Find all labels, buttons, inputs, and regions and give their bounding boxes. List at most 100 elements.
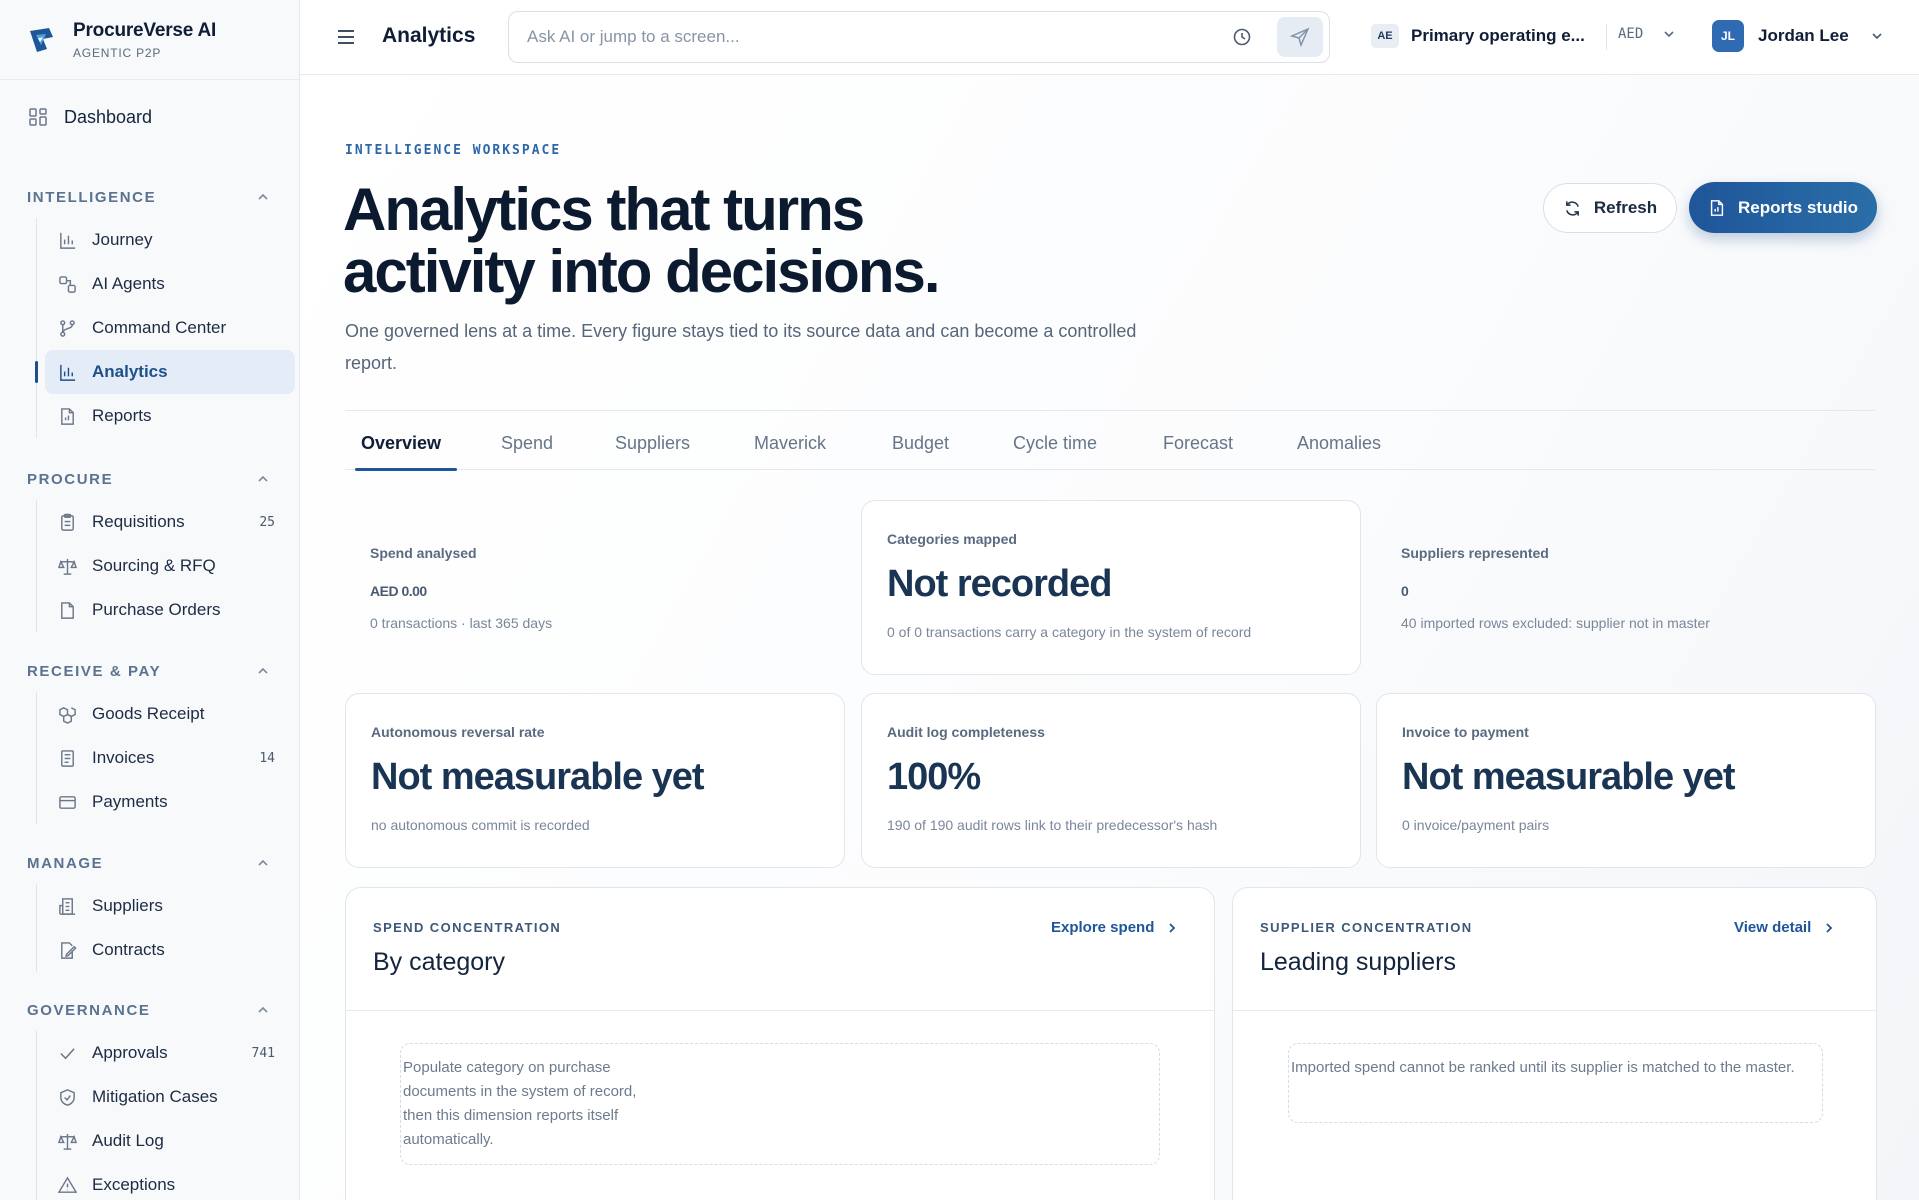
tab-maverick[interactable]: Maverick (754, 425, 826, 470)
chevron-down-icon (1872, 33, 1882, 40)
sidebar-item-ai-agents[interactable]: AI Agents (45, 262, 295, 306)
kpi-categories-mapped[interactable]: Categories mapped Not recorded 0 of 0 tr… (861, 500, 1361, 675)
page-title: Analytics (382, 24, 476, 47)
section-governance[interactable]: GOVERNANCE (27, 999, 269, 1021)
user-name: Jordan Lee (1758, 26, 1849, 45)
user-menu[interactable]: JL Jordan Lee (1712, 20, 1883, 52)
kpi-value: 100% (887, 756, 981, 798)
sidebar-item-label: Goods Receipt (92, 704, 205, 723)
count-badge: 741 (251, 1045, 275, 1061)
sidebar-item-label: Payments (92, 792, 168, 811)
kpi-autonomous-reversal-rate[interactable]: Autonomous reversal rate Not measurable … (345, 693, 845, 868)
kpi-suppliers-represented: Suppliers represented 0 40 imported rows… (1376, 545, 1876, 631)
kpi-label: Audit log completeness (887, 724, 1045, 740)
search-input[interactable] (527, 27, 1167, 47)
refresh-button[interactable]: Refresh (1543, 183, 1677, 233)
section-title: MANAGE (27, 854, 104, 872)
tab-cycle-time[interactable]: Cycle time (1013, 425, 1097, 470)
brand-name: ProcureVerse AI (73, 19, 217, 41)
kpi-value: Not measurable yet (371, 756, 705, 798)
sidebar-item-label: AI Agents (92, 274, 165, 293)
sidebar-item-payments[interactable]: Payments (45, 780, 295, 824)
entity-badge: AE (1371, 24, 1399, 48)
sidebar-item-label: Contracts (92, 940, 165, 959)
tab-spend[interactable]: Spend (501, 425, 553, 470)
card-icon (59, 795, 76, 809)
panel-eyebrow: SUPPLIER CONCENTRATION (1260, 920, 1473, 935)
sidebar-item-audit-log[interactable]: Audit Log (45, 1119, 295, 1163)
menu-icon[interactable] (336, 28, 356, 46)
sidebar-item-approvals[interactable]: Approvals 741 (45, 1031, 295, 1075)
sidebar-item-journey[interactable]: Journey (45, 218, 295, 262)
sidebar-item-mitigation-cases[interactable]: Mitigation Cases (45, 1075, 295, 1119)
sidebar-item-sourcing[interactable]: Sourcing & RFQ (45, 544, 295, 588)
avatar: JL (1712, 20, 1744, 52)
sidebar: ProcureVerse AI AGENTIC P2P Dashboard IN… (0, 0, 300, 1200)
explore-spend-link[interactable]: Explore spend (1051, 919, 1178, 936)
currency-selector[interactable]: AED (1618, 26, 1675, 42)
tab-forecast[interactable]: Forecast (1163, 425, 1233, 470)
section-title: INTELLIGENCE (27, 188, 157, 206)
chevron-up-icon (258, 667, 268, 674)
panel-eyebrow: SPEND CONCENTRATION (373, 920, 562, 935)
sidebar-item-command-center[interactable]: Command Center (45, 306, 295, 350)
divider (1606, 24, 1607, 50)
chevron-right-icon (1826, 922, 1833, 933)
warning-icon (58, 1176, 77, 1193)
section-receive-pay[interactable]: RECEIVE & PAY (27, 660, 269, 682)
contract-icon (61, 941, 77, 959)
sidebar-item-invoices[interactable]: Invoices 14 (45, 736, 295, 780)
tab-suppliers[interactable]: Suppliers (615, 425, 690, 470)
sidebar-item-requisitions[interactable]: Requisitions 25 (45, 500, 295, 544)
sidebar-item-label: Dashboard (64, 106, 153, 127)
sidebar-item-suppliers[interactable]: Suppliers (45, 884, 295, 928)
shield-icon (60, 1088, 75, 1106)
group-intelligence: Journey AI Agents Command Center Analyti… (35, 218, 295, 438)
section-procure[interactable]: PROCURE (27, 468, 269, 490)
reports-studio-button[interactable]: Reports studio (1689, 182, 1877, 233)
sidebar-item-label: Analytics (92, 362, 168, 381)
building-icon (59, 897, 76, 915)
sidebar-item-exceptions[interactable]: Exceptions (45, 1163, 295, 1200)
chevron-up-icon (258, 1006, 268, 1013)
report-icon (61, 407, 74, 425)
section-intelligence[interactable]: INTELLIGENCE (27, 186, 269, 208)
kpi-sub: 0 of 0 transactions carry a category in … (887, 624, 1252, 640)
report-icon (1710, 199, 1724, 216)
view-detail-link[interactable]: View detail (1734, 919, 1835, 936)
sidebar-item-dashboard[interactable]: Dashboard (20, 98, 283, 136)
history-icon[interactable] (1231, 26, 1253, 48)
section-manage[interactable]: MANAGE (27, 852, 269, 874)
boxes-icon (59, 706, 76, 724)
brand[interactable]: ProcureVerse AI AGENTIC P2P (0, 0, 299, 80)
sidebar-item-goods-receipt[interactable]: Goods Receipt (45, 692, 295, 736)
agents-icon (59, 275, 76, 293)
panel-spend-concentration: SPEND CONCENTRATION By category Explore … (345, 887, 1215, 1200)
tab-budget[interactable]: Budget (892, 425, 949, 470)
send-button[interactable] (1277, 17, 1323, 57)
kpi-audit-log-completeness[interactable]: Audit log completeness 100% 190 of 190 a… (861, 693, 1361, 868)
send-icon (1290, 27, 1310, 47)
sidebar-item-purchase-orders[interactable]: Purchase Orders (45, 588, 295, 632)
sidebar-item-analytics[interactable]: Analytics (35, 350, 295, 394)
sidebar-item-label: Requisitions (92, 512, 185, 531)
tab-anomalies[interactable]: Anomalies (1297, 425, 1381, 470)
kpi-invoice-to-payment[interactable]: Invoice to payment Not measurable yet 0 … (1376, 693, 1876, 868)
chevron-right-icon (1169, 922, 1176, 933)
chevron-up-icon (258, 193, 268, 200)
kpi-sub: 40 imported rows excluded: supplier not … (1401, 615, 1710, 631)
kpi-sub: no autonomous commit is recorded (371, 817, 590, 833)
sidebar-item-contracts[interactable]: Contracts (45, 928, 295, 972)
brand-logo-icon (30, 27, 53, 52)
sidebar-item-reports[interactable]: Reports (45, 394, 295, 438)
tab-overview[interactable]: Overview (354, 425, 458, 471)
sidebar-item-label: Invoices (92, 748, 155, 767)
kpi-value: Not recorded (887, 563, 1112, 605)
entity-name: Primary operating e... (1411, 26, 1585, 45)
entity-selector[interactable]: AE Primary operating e... (1371, 24, 1585, 48)
count-badge: 25 (259, 514, 275, 530)
chevron-up-icon (258, 475, 268, 482)
kpi-label: Categories mapped (887, 531, 1017, 547)
kpi-label: Invoice to payment (1402, 724, 1529, 740)
bar-chart-icon (60, 364, 76, 381)
